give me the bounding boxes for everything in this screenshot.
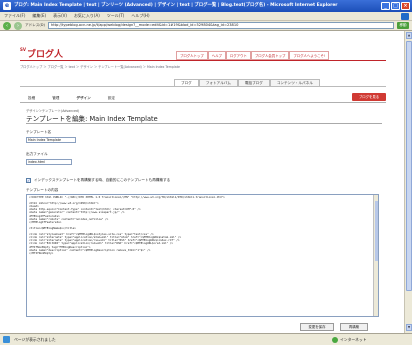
- header-link-help[interactable]: ヘルプ: [207, 51, 226, 60]
- page-viewport: SVブログ人 ブログ人トップ ヘルプ ログアウト ブログ人会員トップ ブログ人へ…: [0, 31, 404, 333]
- status-bar: ページが表示されました インターネット: [0, 333, 412, 345]
- back-icon[interactable]: ‹: [3, 21, 11, 30]
- page-scrollbar[interactable]: ▲ ▼: [404, 31, 412, 333]
- windows-logo-icon: [401, 13, 409, 20]
- save-button[interactable]: 変更を保存: [300, 323, 334, 331]
- output-file-input[interactable]: index.html: [26, 159, 72, 165]
- tab-settings[interactable]: 設定: [100, 95, 123, 102]
- page-loaded-icon: [3, 336, 10, 343]
- menu-view[interactable]: 表示(V): [53, 13, 67, 19]
- code-line: </MTIfNonEmpty>: [29, 250, 54, 255]
- maximize-button[interactable]: □: [391, 2, 400, 10]
- menu-tools[interactable]: ツール(T): [107, 13, 125, 19]
- template-name-input[interactable]: Main Index Template: [26, 137, 76, 143]
- template-name-label: テンプレート名: [26, 130, 52, 134]
- page-title: テンプレートを編集: Main Index Template: [26, 115, 158, 123]
- go-button[interactable]: 移動: [397, 22, 409, 29]
- view-blog-button[interactable]: ブログを見る: [352, 93, 386, 101]
- close-button[interactable]: ×: [401, 2, 410, 10]
- scroll-up-icon[interactable]: ▲: [406, 32, 412, 39]
- rebuild-checkbox-label: インデックステンプレートを再構築する時、自動的にこのテンプレートも再構築する: [34, 178, 171, 182]
- forward-icon[interactable]: ›: [14, 21, 22, 30]
- menu-edit[interactable]: 編集(E): [32, 13, 46, 19]
- window-title: ブログ: Main Index Template | text | ブンリーツ …: [14, 3, 338, 8]
- tab-manage[interactable]: 管理: [44, 95, 67, 102]
- template-body-textarea[interactable]: <!DOCTYPE html PUBLIC "-//W3C//DTD XHTML…: [26, 194, 379, 317]
- tab-post[interactable]: 投稿: [20, 95, 43, 102]
- textarea-scroll-thumb[interactable]: [375, 201, 378, 261]
- menu-bar: ファイル(F) 編集(E) 表示(V) お気に入り(A) ツール(T) ヘルプ(…: [0, 12, 412, 21]
- minimize-button[interactable]: _: [381, 2, 390, 10]
- subtab-divider: [20, 102, 386, 103]
- scroll-down-icon[interactable]: ▼: [406, 324, 412, 331]
- breadcrumb[interactable]: ブログ人トップ ＞ ブログ一覧 ＞ text ＞ デザイン ＞ テンプレート一覧…: [20, 64, 180, 69]
- textarea-scrollbar[interactable]: [373, 195, 378, 316]
- tab-design[interactable]: デザイン: [68, 95, 98, 102]
- internet-zone-icon: [332, 337, 338, 343]
- page-scroll-thumb[interactable]: [406, 41, 412, 291]
- header-links: ブログ人トップ ヘルプ ログアウト ブログ人会員トップ ブログ人へようこそ!: [176, 51, 330, 60]
- rebuild-checkbox[interactable]: ✓: [26, 178, 31, 183]
- status-text: ページが表示されました: [14, 337, 56, 342]
- site-logo[interactable]: SVブログ人: [20, 47, 63, 60]
- output-file-label: 出力ファイル: [26, 152, 48, 156]
- security-zone: インターネット: [340, 337, 367, 342]
- title-divider: [26, 123, 382, 124]
- window-titlebar: e ブログ: Main Index Template | text | ブンリー…: [0, 0, 412, 12]
- blog-menu-tabs: 投稿 管理 デザイン 設定: [20, 95, 123, 102]
- menu-file[interactable]: ファイル(F): [4, 13, 25, 19]
- internet-explorer-icon: e: [3, 2, 11, 10]
- header-link-member-top[interactable]: ブログ人会員トップ: [250, 51, 290, 60]
- header-link-top[interactable]: ブログ人トップ: [176, 51, 208, 60]
- header-link-logout[interactable]: ログアウト: [225, 51, 251, 60]
- menu-favorites[interactable]: お気に入り(A): [74, 13, 100, 19]
- address-input[interactable]: http://typeblog.ocn.ne.jp/t/app/weblog/d…: [47, 22, 394, 29]
- menu-help[interactable]: ヘルプ(H): [131, 13, 149, 19]
- header-divider: [20, 60, 386, 61]
- header-link-welcome[interactable]: ブログ人へようこそ!: [289, 51, 330, 60]
- tab-divider: [20, 86, 386, 87]
- address-label: アドレス(D): [25, 23, 45, 27]
- template-body-label: テンプレートの内容: [26, 188, 59, 192]
- address-bar: ‹ › アドレス(D) http://typeblog.ocn.ne.jp/t/…: [0, 21, 412, 31]
- rebuild-button[interactable]: 再構築: [340, 323, 368, 331]
